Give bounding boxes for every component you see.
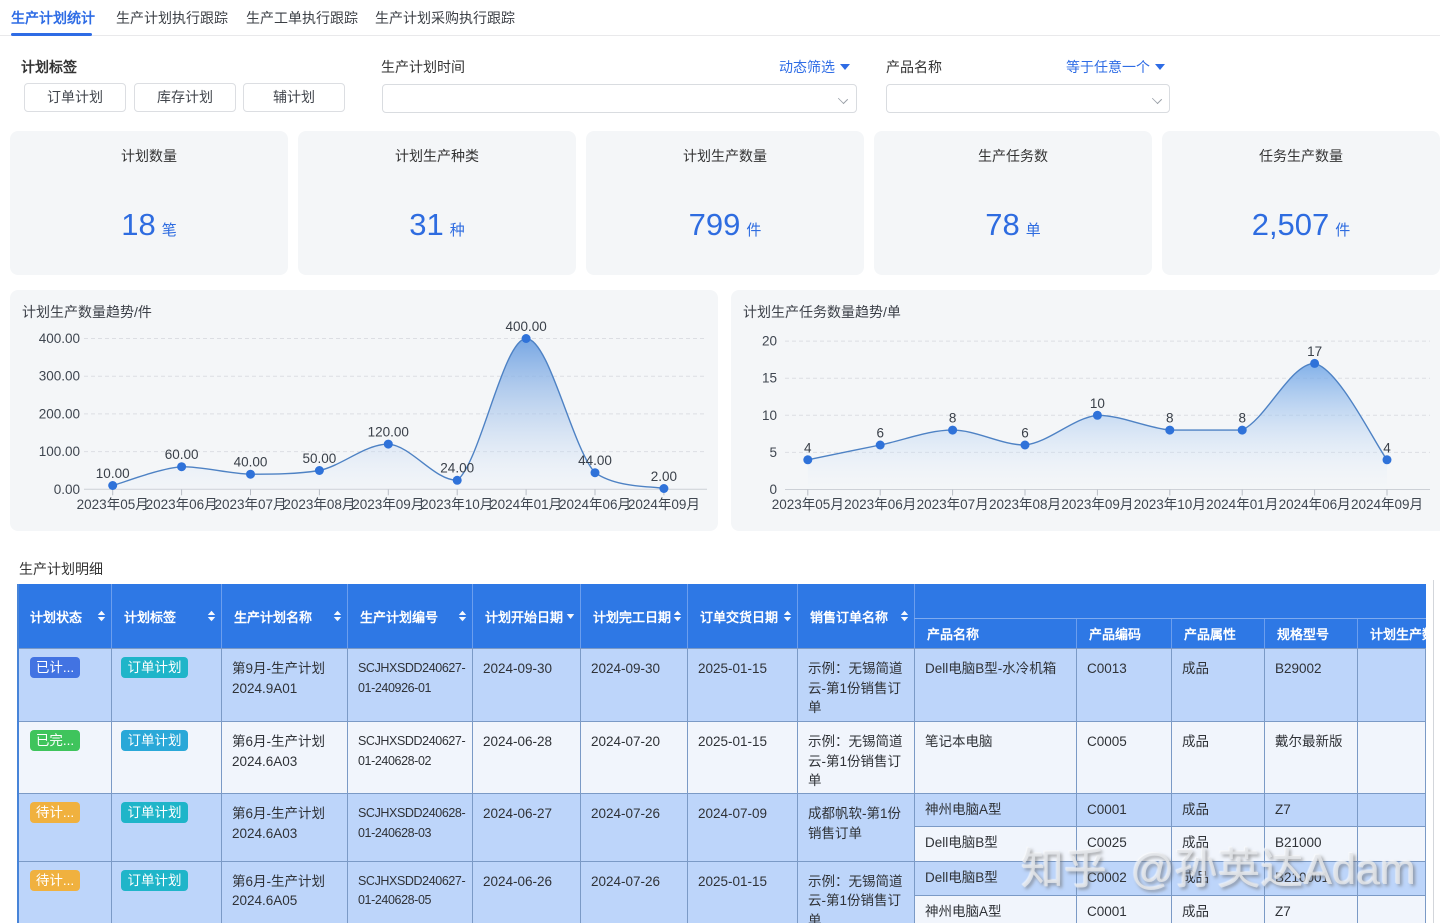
svg-text:2023年10月: 2023年10月 (421, 497, 493, 512)
svg-text:2023年09月: 2023年09月 (352, 497, 424, 512)
svg-text:2023年07月: 2023年07月 (917, 497, 989, 512)
svg-text:400.00: 400.00 (505, 319, 546, 334)
svg-text:10.00: 10.00 (96, 466, 130, 481)
svg-text:2023年07月: 2023年07月 (214, 497, 286, 512)
svg-text:15: 15 (762, 371, 777, 386)
svg-text:8: 8 (1166, 411, 1174, 426)
svg-text:6: 6 (876, 426, 884, 441)
svg-text:400.00: 400.00 (39, 331, 80, 346)
svg-text:2024年01月: 2024年01月 (1206, 497, 1278, 512)
svg-text:40.00: 40.00 (234, 455, 268, 470)
svg-text:0.00: 0.00 (54, 482, 80, 497)
svg-text:20: 20 (762, 334, 777, 349)
svg-text:2023年05月: 2023年05月 (77, 497, 149, 512)
svg-text:2023年05月: 2023年05月 (772, 497, 844, 512)
svg-text:10: 10 (1090, 396, 1105, 411)
svg-text:17: 17 (1307, 344, 1322, 359)
svg-text:24.00: 24.00 (440, 461, 474, 476)
svg-text:4: 4 (1383, 440, 1391, 455)
svg-text:2023年09月: 2023年09月 (1061, 497, 1133, 512)
svg-text:2024年09月: 2024年09月 (1351, 497, 1423, 512)
svg-text:2024年06月: 2024年06月 (559, 497, 631, 512)
svg-text:300.00: 300.00 (39, 369, 80, 384)
svg-text:8: 8 (1238, 411, 1246, 426)
svg-text:44.00: 44.00 (578, 453, 612, 468)
svg-text:2023年08月: 2023年08月 (283, 497, 355, 512)
svg-text:2024年06月: 2024年06月 (1279, 497, 1351, 512)
svg-text:2023年08月: 2023年08月 (989, 497, 1061, 512)
svg-text:2023年10月: 2023年10月 (1134, 497, 1206, 512)
svg-text:4: 4 (804, 440, 812, 455)
svg-text:5: 5 (769, 445, 777, 460)
svg-text:100.00: 100.00 (39, 444, 80, 459)
svg-text:10: 10 (762, 408, 777, 423)
svg-text:2024年01月: 2024年01月 (490, 497, 562, 512)
svg-text:50.00: 50.00 (303, 451, 337, 466)
svg-text:2.00: 2.00 (651, 469, 677, 484)
svg-text:0: 0 (769, 482, 777, 497)
svg-text:120.00: 120.00 (368, 425, 409, 440)
svg-text:2023年06月: 2023年06月 (146, 497, 218, 512)
svg-text:2024年09月: 2024年09月 (628, 497, 700, 512)
svg-text:6: 6 (1021, 426, 1029, 441)
svg-text:8: 8 (949, 411, 957, 426)
svg-text:200.00: 200.00 (39, 406, 80, 421)
svg-text:60.00: 60.00 (165, 447, 199, 462)
svg-text:2023年06月: 2023年06月 (844, 497, 916, 512)
